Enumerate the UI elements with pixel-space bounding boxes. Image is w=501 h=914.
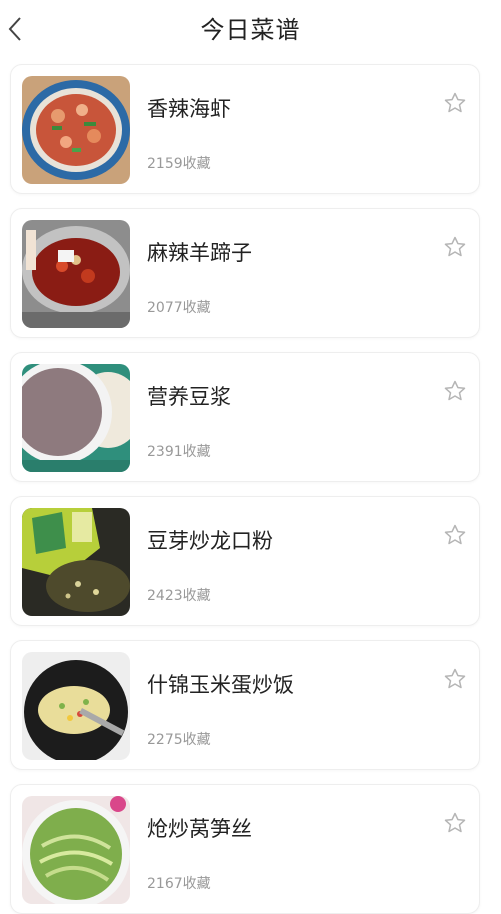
- recipe-thumbnail: [22, 76, 130, 184]
- recipe-card[interactable]: 营养豆浆 2391收藏: [10, 352, 480, 482]
- page-title: 今日菜谱: [200, 16, 301, 44]
- recipe-thumbnail: [22, 796, 130, 904]
- favorite-count: 2159收藏: [147, 156, 211, 172]
- recipe-thumbnail: [22, 220, 130, 328]
- recipe-name: 豆芽炒龙口粉: [147, 529, 273, 553]
- recipe-card[interactable]: 豆芽炒龙口粉 2423收藏: [10, 496, 480, 626]
- star-icon[interactable]: [443, 811, 467, 835]
- star-icon[interactable]: [443, 91, 467, 115]
- recipe-name: 麻辣羊蹄子: [147, 241, 252, 265]
- recipe-name: 什锦玉米蛋炒饭: [147, 673, 294, 697]
- recipe-thumbnail: [22, 364, 130, 472]
- recipe-thumbnail: [22, 652, 130, 760]
- star-icon[interactable]: [443, 523, 467, 547]
- favorite-count: 2423收藏: [147, 588, 211, 604]
- recipe-name: 香辣海虾: [147, 97, 231, 121]
- recipe-card[interactable]: 什锦玉米蛋炒饭 2275收藏: [10, 640, 480, 770]
- recipe-card[interactable]: 麻辣羊蹄子 2077收藏: [10, 208, 480, 338]
- favorite-count: 2391收藏: [147, 444, 211, 460]
- star-icon[interactable]: [443, 235, 467, 259]
- recipe-thumbnail: [22, 508, 130, 616]
- favorite-count: 2167收藏: [147, 876, 211, 892]
- recipe-name: 营养豆浆: [147, 385, 231, 409]
- recipe-card[interactable]: 香辣海虾 2159收藏: [10, 64, 480, 194]
- header-bar: 今日菜谱: [0, 0, 501, 58]
- star-icon[interactable]: [443, 667, 467, 691]
- star-icon[interactable]: [443, 379, 467, 403]
- favorite-count: 2275收藏: [147, 732, 211, 748]
- favorite-count: 2077收藏: [147, 300, 211, 316]
- recipe-name: 炝炒莴笋丝: [147, 817, 252, 841]
